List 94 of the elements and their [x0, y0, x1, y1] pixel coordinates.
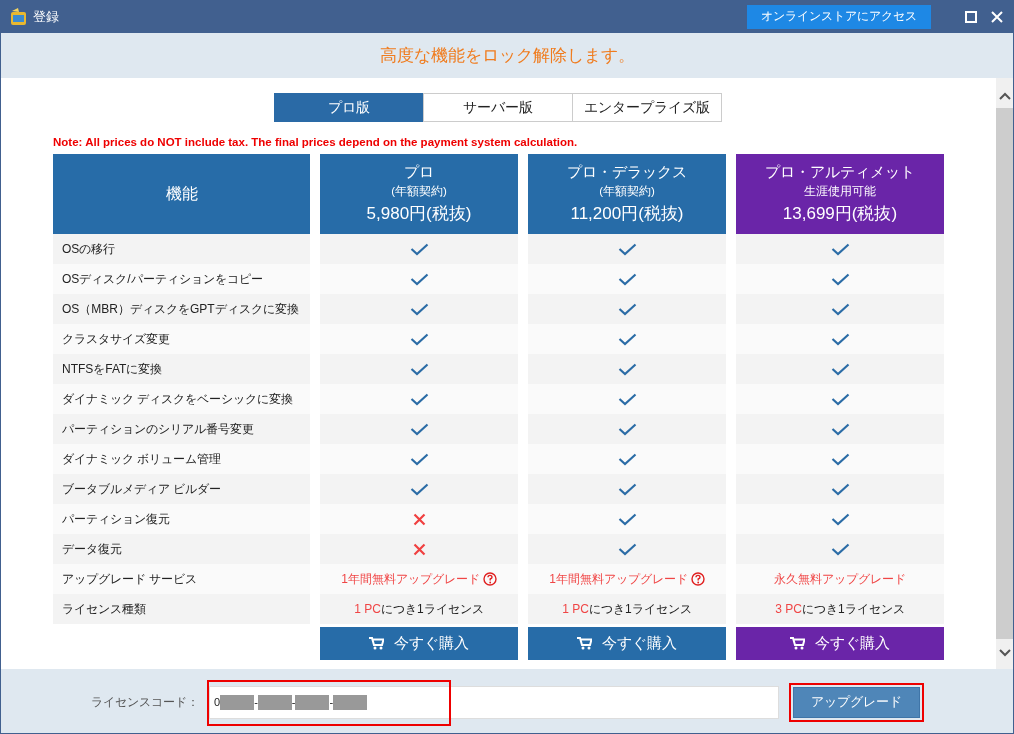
- feature-cell: ライセンス種類: [53, 594, 310, 624]
- scrollbar[interactable]: [996, 78, 1013, 669]
- feature-cell: OS（MBR）ディスクをGPTディスクに変換: [53, 294, 310, 324]
- cross-icon: [412, 542, 426, 556]
- code-text: -: [254, 696, 258, 708]
- feature-cell: クラスタサイズ変更: [53, 324, 310, 354]
- edition-tab[interactable]: サーバー版: [423, 93, 573, 122]
- license-code-label: ライセンスコード：: [90, 693, 199, 711]
- feature-cell: データ復元: [53, 534, 310, 564]
- check-icon: [830, 332, 850, 346]
- upgrade-text: 1年間無料アップグレード: [549, 570, 688, 588]
- check-icon: [830, 392, 850, 406]
- license-text: 1 PCにつき1ライセンス: [354, 600, 484, 618]
- check-icon: [409, 452, 429, 466]
- license-text: 3 PCにつき1ライセンス: [775, 600, 905, 618]
- upgrade-button[interactable]: アップグレード: [793, 686, 920, 718]
- feature-cell: アップグレード サービス: [53, 564, 310, 594]
- feature-cell: NTFSをFATに変換: [53, 354, 310, 384]
- feature-cell: OSの移行: [53, 234, 310, 264]
- check-icon: [830, 512, 850, 526]
- check-icon: [830, 452, 850, 466]
- feature-cell: ダイナミック ボリューム管理: [53, 444, 310, 474]
- redaction-block: [295, 694, 330, 710]
- redaction-block: [220, 694, 255, 710]
- check-icon: [830, 272, 850, 286]
- feature-header: 機能: [53, 154, 310, 234]
- cross-icon: [412, 512, 426, 526]
- tax-note: Note: All prices do NOT include tax. The final prices depend on the payment system calculation.: [53, 136, 579, 148]
- check-icon: [617, 542, 637, 556]
- check-icon: [617, 392, 637, 406]
- check-icon: [617, 482, 637, 496]
- code-text: -: [291, 696, 296, 708]
- plan-price: 13,699円(税抜): [782, 203, 898, 225]
- check-icon: [409, 272, 429, 286]
- scroll-down-icon[interactable]: [998, 649, 1011, 657]
- edition-tab[interactable]: プロ版: [274, 93, 424, 122]
- check-icon: [409, 302, 429, 316]
- license-text: 1 PCにつき1ライセンス: [562, 600, 692, 618]
- plan-name: プロ・デラックス: [567, 163, 687, 182]
- redaction-block: [257, 694, 292, 710]
- feature-cell: パーティションのシリアル番号変更: [53, 414, 310, 444]
- plan-term: (年額契約): [391, 184, 447, 199]
- feature-cell: OSディスク/パーティションをコピー: [53, 264, 310, 294]
- cart-icon: [577, 637, 592, 650]
- cart-icon: [790, 637, 805, 650]
- close-icon[interactable]: [991, 10, 1003, 23]
- plan-price: 5,980円(税抜): [366, 203, 472, 225]
- check-icon: [409, 422, 429, 436]
- check-icon: [830, 242, 850, 256]
- cart-icon: [369, 637, 384, 650]
- check-icon: [617, 272, 637, 286]
- check-icon: [830, 422, 850, 436]
- upgrade-text: 1年間無料アップグレード: [341, 570, 480, 588]
- check-icon: [617, 242, 637, 256]
- check-icon: [830, 362, 850, 376]
- check-icon: [617, 362, 637, 376]
- license-code-field[interactable]: 0 - - -: [209, 685, 779, 719]
- plan-name: プロ・アルティメット: [765, 163, 915, 182]
- code-text: 0: [214, 696, 221, 708]
- feature-cell: パーティション復元: [53, 504, 310, 534]
- buy-now-button[interactable]: 今すぐ購入: [320, 627, 518, 660]
- plan-price: 11,200円(税抜): [570, 203, 684, 225]
- help-icon[interactable]: [690, 572, 705, 586]
- check-icon: [409, 362, 429, 376]
- check-icon: [617, 512, 637, 526]
- redaction-block: [333, 694, 368, 710]
- upgrade-text: 永久無料アップグレード: [774, 570, 906, 588]
- plan-term: (年額契約): [599, 184, 655, 199]
- check-icon: [409, 332, 429, 346]
- check-icon: [617, 422, 637, 436]
- feature-cell: ブータブルメディア ビルダー: [53, 474, 310, 504]
- edition-tab[interactable]: エンタープライズ版: [572, 93, 722, 122]
- buy-now-button[interactable]: 今すぐ購入: [736, 627, 944, 660]
- check-icon: [830, 302, 850, 316]
- check-icon: [617, 332, 637, 346]
- scroll-up-icon[interactable]: [998, 92, 1011, 100]
- check-icon: [409, 242, 429, 256]
- check-icon: [409, 392, 429, 406]
- check-icon: [830, 482, 850, 496]
- online-store-button[interactable]: オンラインストアにアクセス: [747, 4, 931, 29]
- window-title: 登録: [33, 7, 59, 26]
- plan-term: 生涯使用可能: [804, 184, 876, 199]
- check-icon: [617, 302, 637, 316]
- maximize-icon[interactable]: [965, 10, 977, 23]
- check-icon: [617, 452, 637, 466]
- app-logo-icon: [9, 6, 29, 27]
- feature-cell: ダイナミック ディスクをベーシックに変換: [53, 384, 310, 414]
- code-text: -: [329, 696, 334, 708]
- check-icon: [409, 482, 429, 496]
- banner-text: 高度な機能をロック解除します。: [379, 45, 635, 67]
- buy-now-button[interactable]: 今すぐ購入: [528, 627, 726, 660]
- plan-name: プロ: [404, 163, 434, 182]
- help-icon[interactable]: [482, 572, 497, 586]
- check-icon: [830, 542, 850, 556]
